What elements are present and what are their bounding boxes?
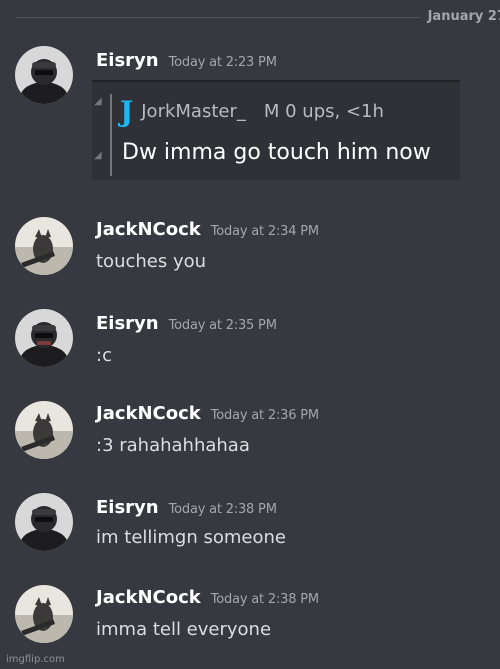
- timestamp: Today at 2:36 PM: [210, 408, 319, 423]
- message-text: touches you: [96, 251, 207, 272]
- username-text: JackNCock: [96, 219, 201, 240]
- username[interactable]: Eisryn Today at 2:23 PM: [96, 50, 277, 71]
- username-text: Eisryn: [96, 50, 159, 71]
- divider-line: [16, 17, 420, 18]
- timestamp: Today at 2:23 PM: [168, 55, 277, 70]
- corner-mark-bottom: ◢: [94, 150, 102, 161]
- avatar[interactable]: [15, 585, 73, 643]
- timestamp: Today at 2:34 PM: [210, 224, 319, 239]
- username-text: Eisryn: [96, 497, 159, 518]
- avatar[interactable]: [15, 493, 73, 551]
- username[interactable]: Eisryn Today at 2:35 PM: [96, 313, 277, 334]
- avatar[interactable]: [15, 401, 73, 459]
- message-text: :c: [96, 345, 112, 366]
- j-logo-icon: J: [120, 95, 134, 128]
- message-text: im tellimgn someone: [96, 527, 286, 548]
- embed-header: J JorkMaster_ M 0 ups, <1h: [120, 95, 384, 128]
- timestamp: Today at 2:35 PM: [168, 318, 277, 333]
- username-text: Eisryn: [96, 313, 159, 334]
- embed-meta: M 0 ups, <1h: [263, 101, 384, 122]
- embed-border: [110, 94, 112, 176]
- username-text: JackNCock: [96, 587, 201, 608]
- avatar[interactable]: [15, 309, 73, 367]
- message-text: :3 rahahahhahaa: [96, 435, 250, 456]
- username-text: JackNCock: [96, 403, 201, 424]
- corner-mark-top: ◢: [94, 96, 102, 107]
- username[interactable]: JackNCock Today at 2:34 PM: [96, 219, 319, 240]
- message-text: imma tell everyone: [96, 619, 272, 640]
- timestamp: Today at 2:38 PM: [168, 502, 277, 517]
- timestamp: Today at 2:38 PM: [210, 592, 319, 607]
- username[interactable]: Eisryn Today at 2:38 PM: [96, 497, 277, 518]
- avatar[interactable]: [15, 46, 73, 104]
- divider-date: January 27: [427, 9, 500, 24]
- date-divider: January 27: [0, 0, 500, 34]
- username[interactable]: JackNCock Today at 2:36 PM: [96, 403, 319, 424]
- imgflip-watermark: imgflip.com: [6, 654, 65, 665]
- embed-user: JorkMaster_: [141, 101, 246, 122]
- reply-embed[interactable]: ◢ ◢ J JorkMaster_ M 0 ups, <1h Dw imma go …: [92, 80, 460, 180]
- embed-text: Dw imma go touch him now: [122, 140, 431, 165]
- avatar[interactable]: [15, 217, 73, 275]
- username[interactable]: JackNCock Today at 2:38 PM: [96, 587, 319, 608]
